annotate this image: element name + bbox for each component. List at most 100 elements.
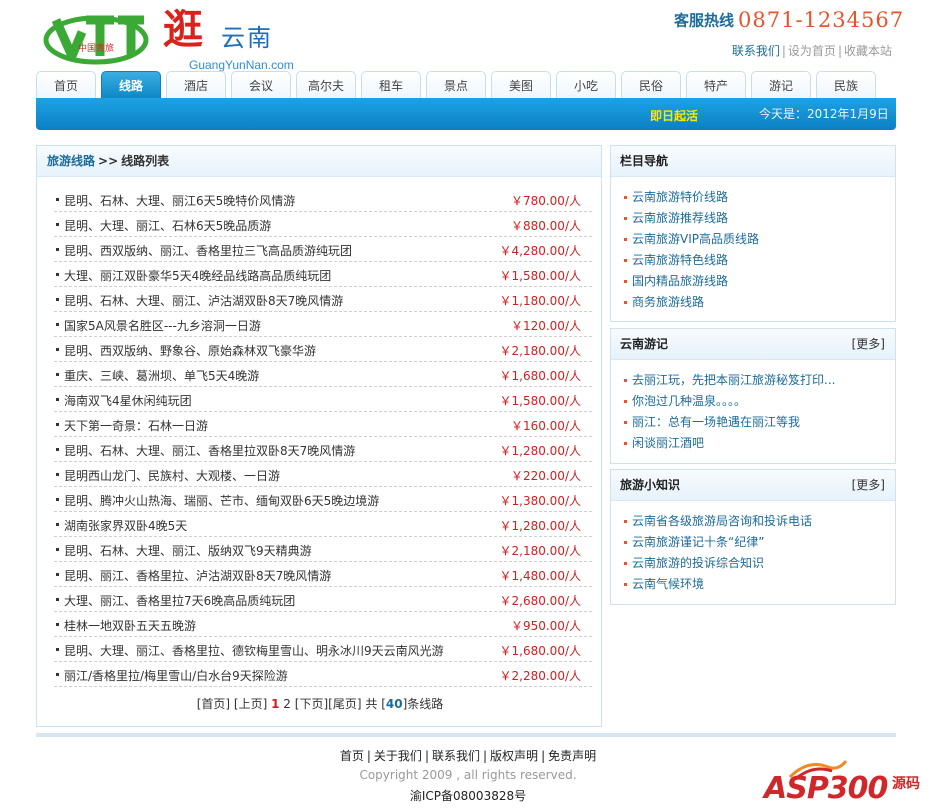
column-nav-item[interactable]: 国内精品旅游线路 [624, 271, 895, 292]
travel-note-item[interactable]: 你泡过几种温泉。。。。 [624, 391, 895, 412]
divider: | [366, 749, 371, 763]
bullet-icon [56, 548, 59, 551]
contact-link[interactable]: 联系我们 [732, 44, 780, 58]
bullet-icon [624, 238, 627, 241]
travel-tips-more-link[interactable]: [更多] [852, 470, 885, 501]
route-link[interactable]: 大理、丽江双卧豪华5天4晚经品线路高品质纯玩团 [64, 267, 331, 284]
route-link[interactable]: 昆明、西双版纳、野象谷、原始森林双飞豪华游 [64, 342, 316, 359]
nav-tab-attractions[interactable]: 景点 [426, 71, 486, 99]
set-homepage-link[interactable]: 设为首页 [788, 44, 836, 58]
breadcrumb-separator: >> [98, 154, 119, 168]
route-link[interactable]: 昆明、石林、大理、丽江、版纳双飞9天精典游 [64, 542, 312, 559]
hotline: 客服热线 0871-1234567 [674, 8, 904, 36]
nav-tab-home[interactable]: 首页 [36, 71, 96, 99]
route-price: ￥2,180.00/人 [499, 544, 581, 558]
breadcrumb-root-link[interactable]: 旅游线路 [47, 154, 95, 168]
travel-tip-item[interactable]: 云南省各级旅游局咨询和投诉电话 [624, 511, 895, 532]
travel-tip-item[interactable]: 云南气候环境 [624, 574, 895, 595]
route-link[interactable]: 昆明、大理、丽江、香格里拉、德钦梅里雪山、明永冰川9天云南风光游 [64, 642, 444, 659]
route-item: 昆明、西双版纳、丽江、香格里拉三飞高品质游纯玩团 ￥4,280.00/人 [54, 237, 592, 262]
nav-tab-travel-notes[interactable]: 游记 [751, 71, 811, 99]
bullet-icon [56, 673, 59, 676]
announcement-marquee[interactable]: 即日起活 [650, 107, 698, 124]
guangyunnan-logo[interactable]: 逛 云南 GuangYunNan.com [163, 8, 323, 72]
bullet-icon [56, 198, 59, 201]
route-item: 昆明、大理、丽江、香格里拉、德钦梅里雪山、明永冰川9天云南风光游 ￥1,680.0… [54, 637, 592, 662]
travel-notes-more-link[interactable]: [更多] [852, 329, 885, 360]
footer-disclaimer-link[interactable]: 免责声明 [548, 749, 596, 763]
breadcrumb-current: 线路列表 [121, 154, 170, 168]
route-link[interactable]: 国家5A风景名胜区---九乡溶洞一日游 [64, 317, 261, 334]
route-link[interactable]: 昆明、腾冲火山热海、瑞丽、芒市、缅甸双卧6天5晚边境游 [64, 492, 379, 509]
travel-note-label: 你泡过几种温泉。。。。 [632, 394, 747, 408]
route-item: 昆明、石林、大理、丽江、香格里拉双卧8天7晚风情游 ￥1,280.00/人 [54, 437, 592, 462]
travel-tip-item[interactable]: 云南旅游的投诉综合知识 [624, 553, 895, 574]
watermark-sub: 源码 [892, 776, 920, 792]
column-nav-title: 栏目导航 [611, 146, 895, 177]
pager-first[interactable]: [首页] [197, 697, 230, 711]
route-item: 国家5A风景名胜区---九乡溶洞一日游 ￥120.00/人 [54, 312, 592, 337]
route-link[interactable]: 湖南张家界双卧4晚5天 [64, 517, 187, 534]
breadcrumb: 旅游线路 >> 线路列表 [37, 146, 601, 177]
route-link[interactable]: 昆明、石林、大理、丽江、泸沽湖双卧8天7晚风情游 [64, 292, 343, 309]
nav-tab-meetings[interactable]: 会议 [231, 71, 291, 99]
route-link[interactable]: 昆明、大理、丽江、石林6天5晚品质游 [64, 217, 271, 234]
route-link[interactable]: 丽江/香格里拉/梅里雪山/白水台9天探险游 [64, 667, 288, 684]
route-link[interactable]: 天下第一奇景：石林一日游 [64, 417, 208, 434]
pager-page-2[interactable]: 2 [283, 697, 291, 711]
route-link[interactable]: 昆明、西双版纳、丽江、香格里拉三飞高品质游纯玩团 [64, 242, 352, 259]
route-link[interactable]: 昆明、石林、大理、丽江6天5晚特价风情游 [64, 192, 295, 209]
travel-tip-item[interactable]: 云南旅游谨记十条“纪律” [624, 532, 895, 553]
column-nav-item[interactable]: 云南旅游VIP高品质线路 [624, 229, 895, 250]
route-link[interactable]: 桂林一地双卧五天五晚游 [64, 617, 196, 634]
pagination: [首页] [上页] 1 2 [下页][尾页] 共 [40]条线路 [37, 695, 603, 712]
column-nav-label: 云南旅游特色线路 [632, 253, 729, 267]
bullet-icon [624, 259, 627, 262]
nav-tab-hotels[interactable]: 酒店 [166, 71, 226, 99]
route-price: ￥1,580.00/人 [499, 269, 581, 283]
bookmark-link[interactable]: 收藏本站 [844, 44, 892, 58]
column-nav-item[interactable]: 云南旅游特价线路 [624, 187, 895, 208]
nav-tab-photos[interactable]: 美图 [491, 71, 551, 99]
column-nav-item[interactable]: 云南旅游推荐线路 [624, 208, 895, 229]
vtt-logo[interactable]: 中国青旅 [42, 10, 150, 66]
pager-total-count: 40 [385, 697, 403, 711]
route-link[interactable]: 大理、丽江、香格里拉7天6晚高品质纯玩团 [64, 592, 295, 609]
travel-note-item[interactable]: 去丽江玩，先把本丽江旅游秘笈打印... [624, 370, 895, 391]
nav-tab-snacks[interactable]: 小吃 [556, 71, 616, 99]
route-item: 昆明、丽江、香格里拉、泸沽湖双卧8天7晚风情游 ￥1,480.00/人 [54, 562, 592, 587]
nav-tab-car-rental[interactable]: 租车 [361, 71, 421, 99]
route-link[interactable]: 重庆、三峡、葛洲坝、单飞5天4晚游 [64, 367, 259, 384]
travel-note-item[interactable]: 闲谈丽江酒吧 [624, 433, 895, 454]
bullet-icon [56, 473, 59, 476]
nav-tab-ethnic-groups[interactable]: 民族 [816, 71, 876, 99]
pager-next[interactable]: [下页] [295, 697, 328, 711]
nav-tab-specialties[interactable]: 特产 [686, 71, 746, 99]
column-nav-label: 云南旅游推荐线路 [632, 211, 729, 225]
route-item: 昆明、石林、大理、丽江、泸沽湖双卧8天7晚风情游 ￥1,180.00/人 [54, 287, 592, 312]
nav-tab-folk-customs[interactable]: 民俗 [621, 71, 681, 99]
bullet-icon [624, 196, 627, 199]
footer-contact-link[interactable]: 联系我们 [432, 749, 480, 763]
travel-note-item[interactable]: 丽江：总有一场艳遇在丽江等我 [624, 412, 895, 433]
route-link[interactable]: 昆明、石林、大理、丽江、香格里拉双卧8天7晚风情游 [64, 442, 355, 459]
route-link[interactable]: 昆明、丽江、香格里拉、泸沽湖双卧8天7晚风情游 [64, 567, 331, 584]
footer-home-link[interactable]: 首页 [340, 749, 364, 763]
nav-tab-golf[interactable]: 高尔夫 [296, 71, 356, 99]
column-nav-item[interactable]: 商务旅游线路 [624, 292, 895, 313]
travel-tips-list: 云南省各级旅游局咨询和投诉电话 云南旅游谨记十条“纪律” 云南旅游的投诉综合知识… [611, 501, 895, 595]
bullet-icon [56, 498, 59, 501]
bullet-icon [624, 217, 627, 220]
route-item: 大理、丽江双卧豪华5天4晚经品线路高品质纯玩团 ￥1,580.00/人 [54, 262, 592, 287]
bullet-icon [624, 562, 627, 565]
footer-about-link[interactable]: 关于我们 [374, 749, 422, 763]
logo-url: GuangYunNan.com [189, 58, 294, 72]
route-link[interactable]: 昆明西山龙门、民族村、大观楼、一日游 [64, 467, 280, 484]
route-link[interactable]: 海南双飞4星休闲纯玩团 [64, 392, 192, 409]
nav-tab-routes[interactable]: 线路 [101, 71, 161, 99]
bullet-icon [624, 442, 627, 445]
pager-last[interactable]: [尾页] [328, 697, 361, 711]
footer-copyright-link[interactable]: 版权声明 [490, 749, 538, 763]
pager-prev[interactable]: [上页] [234, 697, 267, 711]
column-nav-item[interactable]: 云南旅游特色线路 [624, 250, 895, 271]
